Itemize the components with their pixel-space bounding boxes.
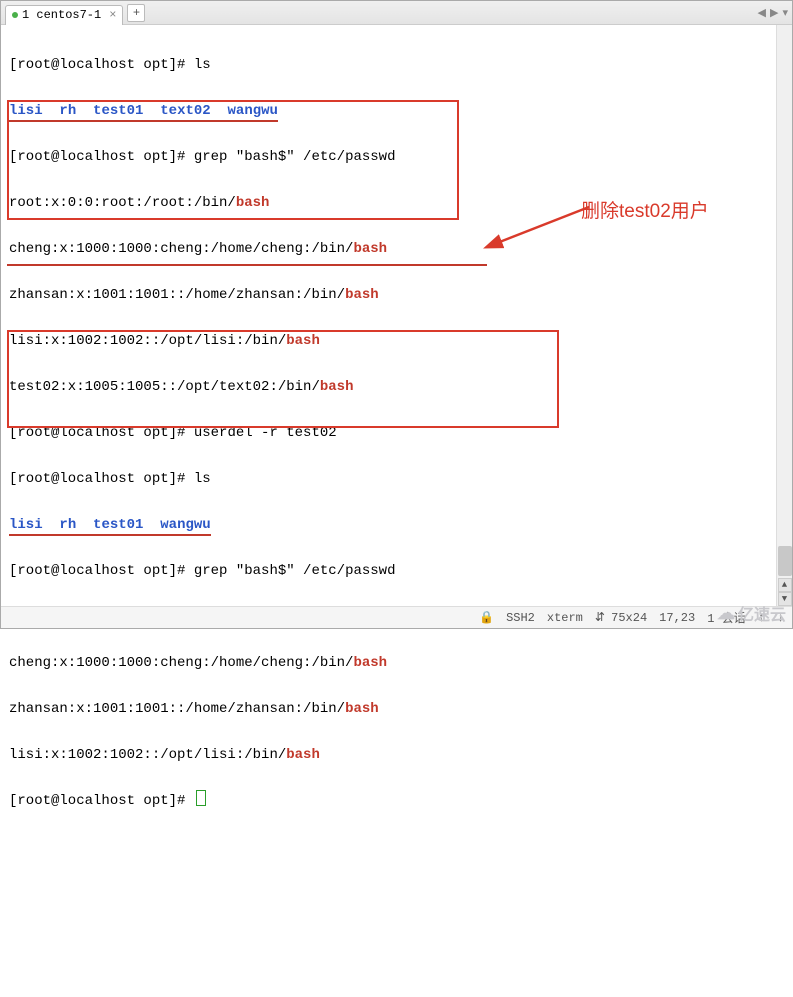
status-term: xterm [547, 611, 583, 625]
status-bar: 🔒 SSH2 xterm ⇵ 75x24 17,23 1 会话 ↑ ↓ ☁亿速云 [1, 606, 792, 628]
terminal[interactable]: [root@localhost opt]# ls lisi rh test01 … [1, 25, 792, 606]
scroll-up-icon[interactable]: ▲ [778, 578, 792, 592]
nav-menu-icon[interactable]: ▾ [782, 6, 788, 20]
lock-icon: 🔒 [479, 610, 494, 625]
nav-left-icon[interactable]: ◀ [758, 6, 766, 20]
vertical-scrollbar[interactable]: ▲ ▼ [776, 25, 792, 606]
scrollbar-thumb[interactable] [778, 546, 792, 576]
status-ssh: SSH2 [506, 611, 535, 625]
status-pos: 17,23 [659, 611, 695, 625]
tab-nav: ◀ ▶ ▾ [758, 6, 788, 20]
highlight-underline [7, 264, 487, 266]
annotation-text: 删除test02用户 [581, 200, 709, 223]
add-tab-button[interactable]: + [127, 4, 145, 22]
watermark: ☁亿速云 [717, 601, 786, 625]
status-size: ⇵ 75x24 [595, 610, 647, 625]
nav-right-icon[interactable]: ▶ [770, 6, 778, 20]
tab-label: 1 centos7-1 [22, 8, 101, 22]
close-icon[interactable]: × [109, 8, 116, 22]
tab-centos7-1[interactable]: 1 centos7-1 × [5, 5, 123, 25]
tab-bar: 1 centos7-1 × + ◀ ▶ ▾ [1, 1, 792, 25]
status-dot-icon [12, 12, 18, 18]
cursor [196, 790, 206, 806]
